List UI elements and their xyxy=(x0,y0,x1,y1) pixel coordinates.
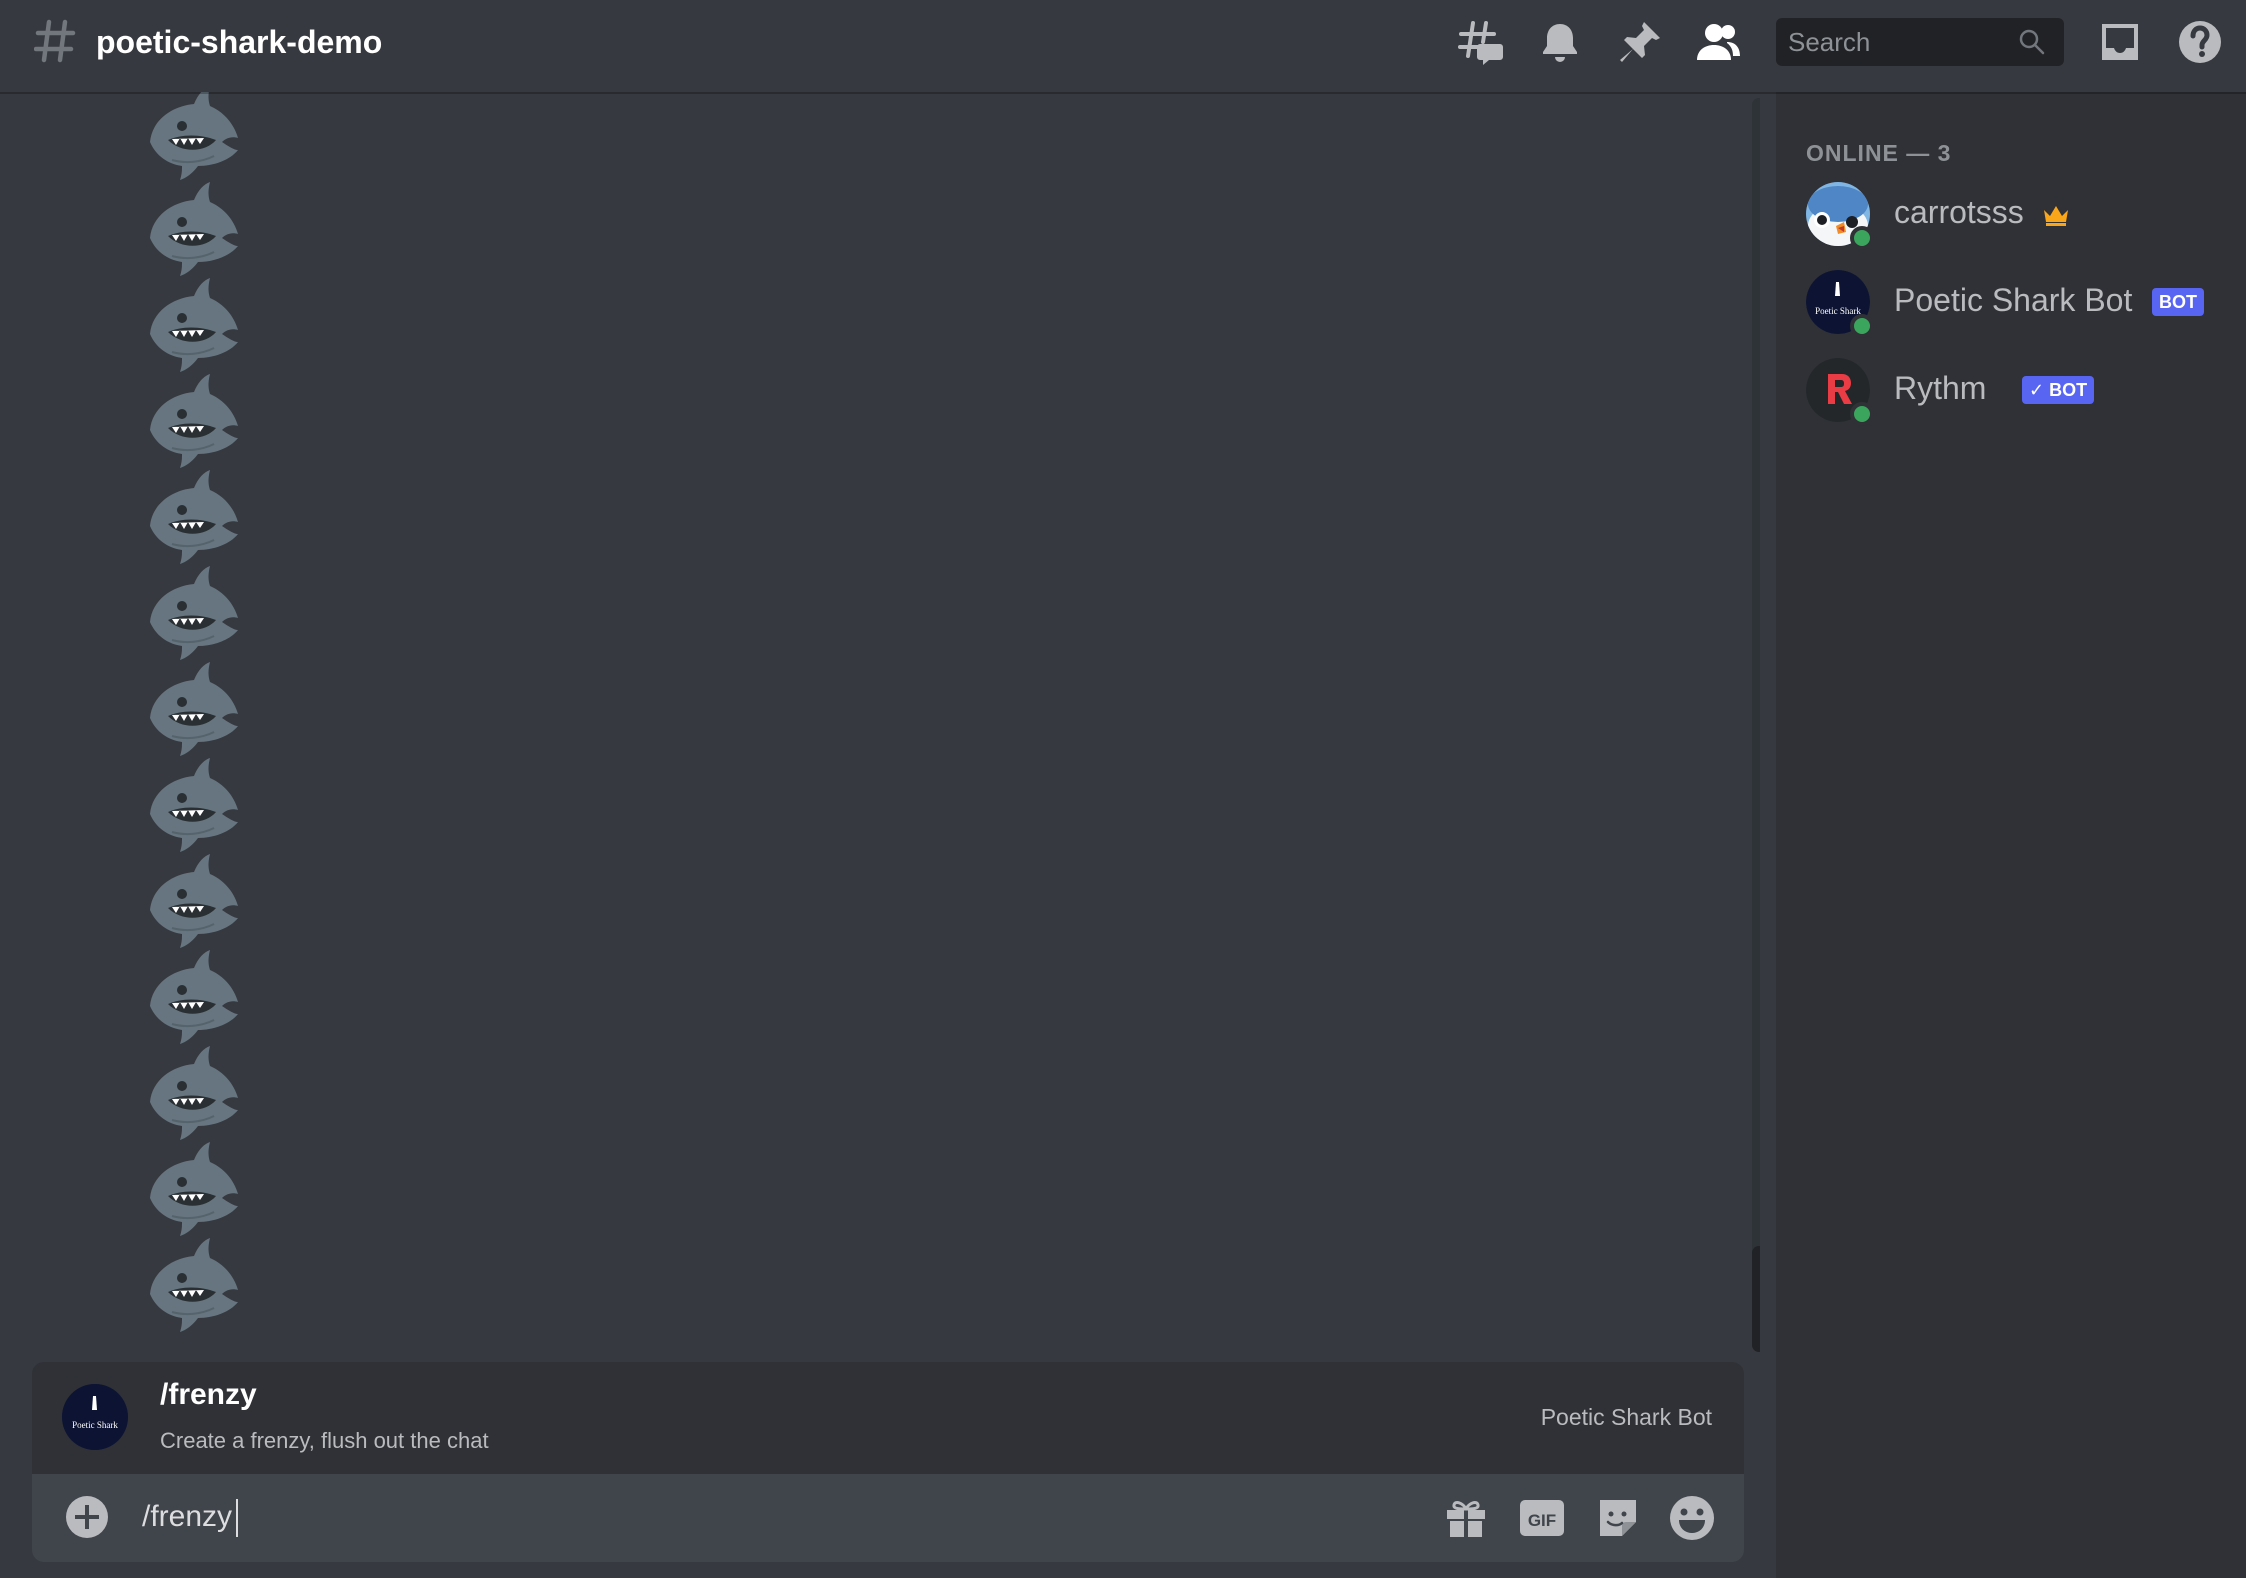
shark-emoji xyxy=(142,948,242,1044)
scrollbar-thumb[interactable] xyxy=(1752,1246,1760,1352)
search-icon xyxy=(2019,29,2045,55)
scrollbar-track[interactable] xyxy=(1752,98,1760,1348)
member-list-icon[interactable] xyxy=(1694,18,1742,66)
member-item-carrotsss[interactable]: carrotsss xyxy=(1806,180,2226,250)
command-description: Create a frenzy, flush out the chat xyxy=(160,1428,489,1453)
shark-emoji xyxy=(142,1236,242,1332)
emoji-picker-icon[interactable] xyxy=(1668,1494,1716,1542)
member-name: Rythm xyxy=(1894,370,1987,406)
online-section-header: ONLINE — 3 xyxy=(1806,140,1952,166)
shark-emoji xyxy=(142,468,242,564)
command-autocomplete[interactable]: Poetic Shark /frenzy Create a frenzy, fl… xyxy=(32,1362,1744,1474)
bot-avatar: Poetic Shark xyxy=(62,1384,128,1450)
online-status-indicator xyxy=(1850,402,1874,426)
online-status-indicator xyxy=(1850,314,1874,338)
message-list[interactable] xyxy=(0,92,1760,1354)
sticker-icon[interactable] xyxy=(1594,1494,1642,1542)
gif-icon[interactable]: GIF xyxy=(1518,1494,1566,1542)
help-icon[interactable] xyxy=(2176,18,2224,66)
command-source: Poetic Shark Bot xyxy=(1540,1404,1712,1430)
crown-icon xyxy=(2044,206,2068,226)
pin-icon[interactable] xyxy=(1616,18,1664,66)
inbox-icon[interactable] xyxy=(2096,18,2144,66)
shark-emoji xyxy=(142,660,242,756)
member-item-poetic-shark-bot[interactable]: Poetic Shark Poetic Shark Bot BOT xyxy=(1806,268,2226,338)
shark-emoji xyxy=(142,92,242,180)
member-item-rythm[interactable]: Rythm ✓ BOT xyxy=(1806,356,2226,426)
threads-icon[interactable] xyxy=(1456,18,1504,66)
channel-header: poetic-shark-demo xyxy=(0,0,2246,92)
message-composer[interactable]: /frenzy GIF xyxy=(32,1474,1744,1562)
search-box[interactable] xyxy=(1776,18,2064,66)
hashtag-icon xyxy=(34,19,76,63)
bot-avatar-text: Poetic Shark xyxy=(1815,306,1861,316)
message-input-value: /frenzy xyxy=(142,1500,233,1533)
message-input[interactable]: /frenzy xyxy=(142,1496,239,1538)
online-status-indicator xyxy=(1850,226,1874,250)
member-name: Poetic Shark Bot xyxy=(1894,282,2133,318)
bot-avatar-text: Poetic Shark xyxy=(72,1420,118,1430)
bot-tag: BOT xyxy=(2152,288,2204,316)
shark-emoji xyxy=(142,564,242,660)
shark-emoji xyxy=(142,276,242,372)
shark-emoji xyxy=(142,180,242,276)
notification-bell-icon[interactable] xyxy=(1536,18,1584,66)
shark-emoji xyxy=(142,1044,242,1140)
svg-text:GIF: GIF xyxy=(1528,1511,1556,1530)
text-caret xyxy=(236,1499,239,1538)
channel-name: poetic-shark-demo xyxy=(96,24,383,60)
upload-plus-button[interactable] xyxy=(66,1496,108,1538)
shark-emoji xyxy=(142,1140,242,1236)
gift-icon[interactable] xyxy=(1442,1494,1490,1542)
member-list: ONLINE — 3 carrotsss Poetic Shark Poetic… xyxy=(1776,92,2246,1578)
search-input[interactable] xyxy=(1776,18,2016,66)
member-name: carrotsss xyxy=(1894,194,2024,230)
shark-emoji xyxy=(142,372,242,468)
command-name: /frenzy xyxy=(160,1378,257,1411)
shark-emoji xyxy=(142,852,242,948)
shark-emoji-column xyxy=(142,92,242,1332)
shark-emoji xyxy=(142,756,242,852)
verified-bot-tag: ✓ BOT xyxy=(2022,376,2095,404)
